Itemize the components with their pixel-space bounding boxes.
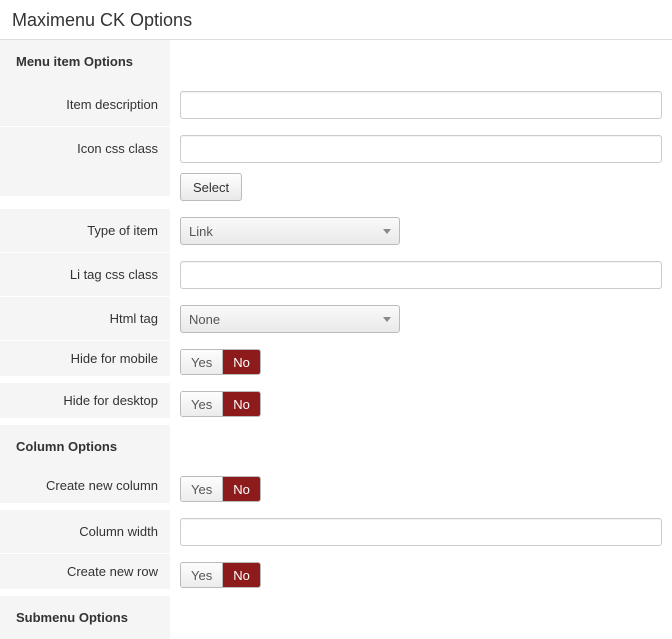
select-type-of-item-value: Link — [189, 224, 213, 239]
section-header-label: Menu item Options — [0, 40, 170, 83]
select-html-tag[interactable]: None — [180, 305, 400, 333]
row-li-tag-css-class: Li tag css class — [0, 253, 672, 297]
select-type-of-item[interactable]: Link — [180, 217, 400, 245]
label-html-tag: Html tag — [0, 297, 170, 340]
label-hide-for-desktop: Hide for desktop — [0, 383, 170, 418]
toggle-create-new-column: Yes No — [180, 476, 261, 502]
row-item-description: Item description — [0, 83, 672, 127]
row-icon-css-class: Icon css class Select — [0, 127, 672, 209]
section-header-label: Submenu Options — [0, 596, 170, 639]
label-type-of-item: Type of item — [0, 209, 170, 252]
label-create-new-column: Create new column — [0, 468, 170, 503]
label-create-new-row: Create new row — [0, 554, 170, 589]
toggle-hide-for-mobile: Yes No — [180, 349, 261, 375]
label-hide-for-mobile: Hide for mobile — [0, 341, 170, 376]
row-hide-for-mobile: Hide for mobile Yes No — [0, 341, 672, 383]
toggle-create-new-row: Yes No — [180, 562, 261, 588]
toggle-hide-desktop-yes[interactable]: Yes — [181, 392, 223, 416]
toggle-create-row-yes[interactable]: Yes — [181, 563, 223, 587]
label-column-width: Column width — [0, 510, 170, 553]
input-item-description[interactable] — [180, 91, 662, 119]
row-hide-for-desktop: Hide for desktop Yes No — [0, 383, 672, 425]
row-create-new-row: Create new row Yes No — [0, 554, 672, 596]
page-title: Maximenu CK Options — [0, 0, 672, 39]
row-column-width: Column width — [0, 510, 672, 554]
toggle-create-row-no[interactable]: No — [223, 563, 260, 587]
row-create-new-column: Create new column Yes No — [0, 468, 672, 510]
label-item-description: Item description — [0, 83, 170, 126]
label-li-tag-css-class: Li tag css class — [0, 253, 170, 296]
toggle-create-column-yes[interactable]: Yes — [181, 477, 223, 501]
toggle-hide-mobile-no[interactable]: No — [223, 350, 260, 374]
toggle-hide-mobile-yes[interactable]: Yes — [181, 350, 223, 374]
toggle-hide-for-desktop: Yes No — [180, 391, 261, 417]
chevron-down-icon — [383, 229, 391, 234]
section-submenu-options: Submenu Options — [0, 596, 672, 639]
options-panel: Menu item Options Item description Icon … — [0, 39, 672, 639]
select-icon-button[interactable]: Select — [180, 173, 242, 201]
input-icon-css-class[interactable] — [180, 135, 662, 163]
section-menu-item-options: Menu item Options — [0, 40, 672, 83]
label-icon-css-class: Icon css class — [0, 127, 170, 196]
input-column-width[interactable] — [180, 518, 662, 546]
row-html-tag: Html tag None — [0, 297, 672, 341]
section-column-options: Column Options — [0, 425, 672, 468]
input-li-tag-css-class[interactable] — [180, 261, 662, 289]
toggle-create-column-no[interactable]: No — [223, 477, 260, 501]
section-header-label: Column Options — [0, 425, 170, 468]
chevron-down-icon — [383, 317, 391, 322]
select-html-tag-value: None — [189, 312, 220, 327]
toggle-hide-desktop-no[interactable]: No — [223, 392, 260, 416]
row-type-of-item: Type of item Link — [0, 209, 672, 253]
